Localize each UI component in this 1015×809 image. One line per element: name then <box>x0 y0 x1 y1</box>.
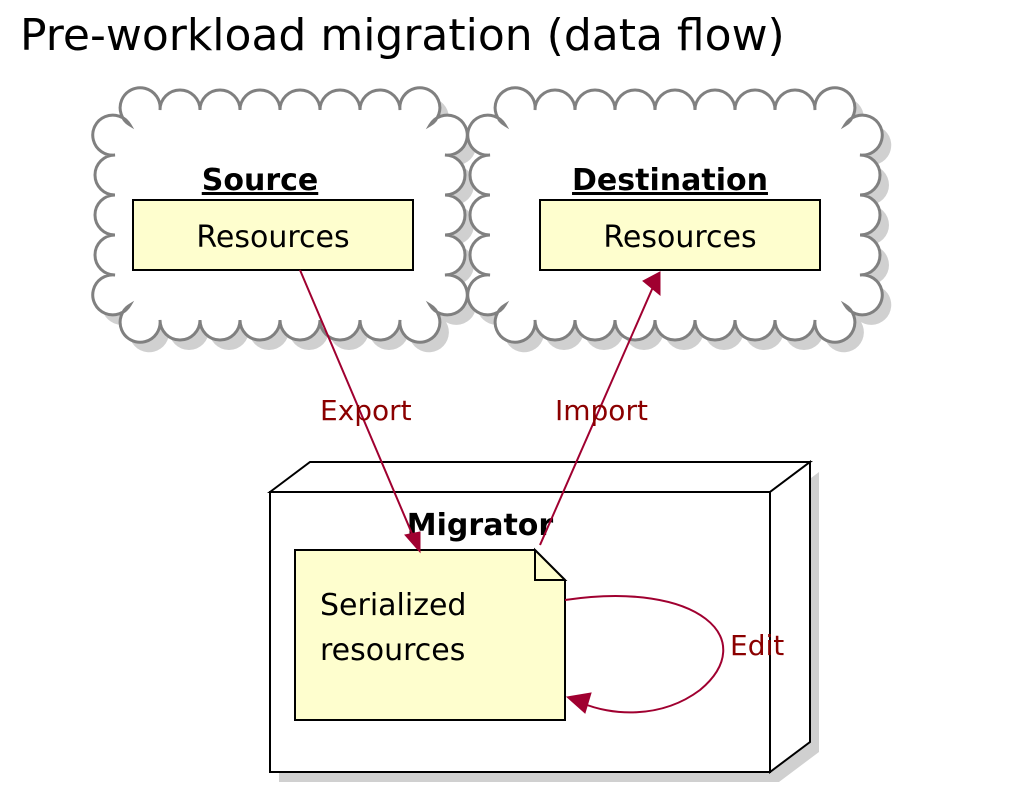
source-resources-label: Resources <box>196 220 349 255</box>
edit-label: Edit <box>730 629 784 662</box>
migrator-note-line1: Serialized <box>320 588 466 623</box>
destination-cloud: Destination Resources <box>468 88 891 352</box>
import-label: Import <box>555 394 648 427</box>
destination-resources-label: Resources <box>603 220 756 255</box>
source-cloud: Source Resources <box>93 88 476 352</box>
export-label: Export <box>320 394 412 427</box>
migrator-note-line2: resources <box>320 633 465 668</box>
migrator-box: Migrator Serialized resources <box>270 462 819 782</box>
migrator-note: Serialized resources <box>295 550 565 720</box>
destination-label: Destination <box>572 163 768 198</box>
migrator-side <box>770 462 810 772</box>
diagram-title: Pre-workload migration (data flow) <box>20 10 785 61</box>
source-label: Source <box>202 163 319 198</box>
migrator-label: Migrator <box>407 508 554 543</box>
migrator-top <box>270 462 810 492</box>
